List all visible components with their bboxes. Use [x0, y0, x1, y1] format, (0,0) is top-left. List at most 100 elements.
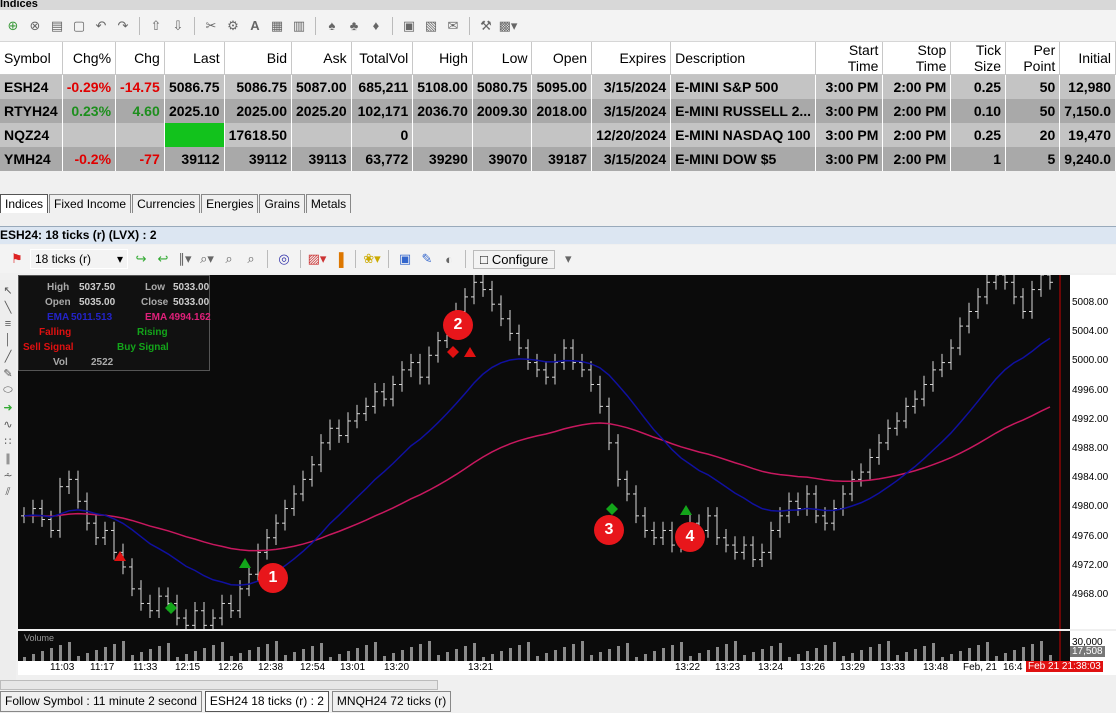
zoom-in-icon[interactable]: ⌕ — [220, 250, 238, 268]
move-up-icon[interactable]: ⇧ — [147, 17, 165, 35]
table-cell-start: 3:00 PM — [815, 122, 884, 147]
print-icon[interactable]: ▣ — [400, 17, 418, 35]
zoom-out-icon[interactable]: ⌕ — [242, 250, 260, 268]
remove-icon[interactable]: ⊗ — [26, 17, 44, 35]
tab-grains[interactable]: Grains — [259, 194, 305, 213]
ray-icon[interactable]: ╱ — [5, 350, 12, 363]
tab-metals[interactable]: Metals — [305, 194, 352, 213]
cut-icon[interactable]: ✂ — [202, 17, 220, 35]
alert-icon[interactable]: ♠ — [323, 17, 341, 35]
table-cell-expires: 3/15/2024 — [591, 74, 672, 99]
column-header[interactable]: TotalVol — [351, 42, 414, 75]
channel-icon[interactable]: ⫽ — [6, 486, 11, 499]
column-header[interactable]: Ask — [291, 42, 352, 75]
volume-bar — [491, 654, 494, 661]
column-header[interactable]: Bid — [224, 42, 293, 75]
table-cell-last: 5086.75 — [164, 74, 225, 99]
volume-bar — [860, 650, 863, 661]
volume-bar — [95, 650, 98, 661]
vertical-line-icon[interactable]: │ — [5, 334, 12, 346]
grid-icon[interactable]: ∷ — [5, 435, 12, 448]
volume-bar — [167, 643, 170, 661]
price-chart[interactable]: High 5037.50 Low 5033.00 Open 5035.00 Cl… — [18, 275, 1070, 629]
follow-symbol-tab[interactable]: Follow Symbol : 11 minute 2 second — [0, 691, 202, 712]
back-icon[interactable]: ↩ — [154, 250, 172, 268]
column-header[interactable]: High — [412, 42, 473, 75]
open-icon[interactable]: ▤ — [48, 17, 66, 35]
column-header[interactable]: Chg — [115, 42, 165, 75]
format-icon[interactable]: ▥ — [290, 17, 308, 35]
add-icon[interactable]: ⊕ — [4, 17, 22, 35]
line-icon[interactable]: ╲ — [5, 301, 12, 314]
alert-add-icon[interactable]: ♣ — [345, 17, 363, 35]
table-row[interactable]: RTYH24 0.23% 4.60 2025.10 2025.00 2025.20 102,… — [0, 98, 1116, 123]
table-cell-open: 5095.00 — [531, 74, 593, 99]
volume-bar — [59, 645, 62, 661]
wave-icon[interactable]: ∿ — [3, 418, 12, 431]
chart-tab-mnqh24[interactable]: MNQH24 72 ticks (r) — [331, 691, 452, 712]
table-cell-symbol: ESH24 — [0, 74, 63, 99]
column-header[interactable]: Initial — [1059, 42, 1116, 75]
table-row[interactable]: YMH24 -0.2% -77 39112 39112 39113 63,772 39290 3… — [0, 146, 1116, 171]
column-header[interactable]: Low — [472, 42, 533, 75]
multi-line-icon[interactable]: ≡ — [5, 318, 11, 330]
column-header[interactable]: Open — [531, 42, 593, 75]
screenshot-icon[interactable]: ▣ — [396, 250, 414, 268]
gear-icon[interactable]: ⚙ — [224, 17, 242, 35]
layout-icon[interactable]: ▩▾ — [499, 17, 518, 35]
column-header[interactable]: Description — [670, 42, 817, 75]
bar-style-icon[interactable]: ∥▾ — [176, 250, 194, 268]
export-icon[interactable]: ▧ — [422, 17, 440, 35]
pointer-icon[interactable]: ↖ — [3, 284, 12, 297]
link-icon[interactable]: ✉ — [444, 17, 462, 35]
volume-bar — [707, 650, 710, 661]
column-header[interactable]: Start Time — [815, 42, 884, 75]
forward-icon[interactable]: ↪ — [132, 250, 150, 268]
erase-icon[interactable]: ◐ — [440, 250, 458, 268]
configure-button[interactable]: □ Configure — [473, 249, 556, 269]
redo-icon[interactable]: ↷ — [114, 17, 132, 35]
table-row[interactable]: NQZ24 17618.50 0 12/20/2024 E-MINI NASDAQ 10… — [0, 122, 1116, 147]
volume-bar — [554, 650, 557, 661]
column-header[interactable]: Chg% — [62, 42, 117, 75]
column-header[interactable]: Per Point — [1005, 42, 1061, 75]
table-icon[interactable]: ▦ — [268, 17, 286, 35]
draw-icon[interactable]: ✎ — [418, 250, 436, 268]
ellipse-icon[interactable]: ⬭ — [3, 384, 12, 397]
column-header[interactable]: Expires — [591, 42, 672, 75]
indicator-icon[interactable]: ▐ — [330, 250, 348, 268]
interval-value: 18 ticks (r) — [35, 252, 92, 266]
studies-icon[interactable]: ▨▾ — [308, 250, 327, 268]
fan-icon[interactable]: ⩪ — [3, 469, 12, 482]
overflow-icon[interactable]: ▾ — [559, 250, 577, 268]
column-header[interactable]: Stop Time — [882, 42, 952, 75]
select-icon[interactable]: ▢ — [70, 17, 88, 35]
alert-remove-icon[interactable]: ♦ — [367, 17, 385, 35]
info-ema2-label: EMA — [145, 312, 168, 323]
tab-energies[interactable]: Energies — [201, 194, 259, 213]
interval-select[interactable]: 18 ticks (r) ▾ — [30, 249, 128, 269]
arrow-icon[interactable]: ➜ — [3, 401, 12, 414]
zoom-icon[interactable]: ⌕▾ — [198, 250, 216, 268]
tools-icon[interactable]: ⚒ — [477, 17, 495, 35]
chart-scrollbar[interactable] — [0, 680, 438, 690]
sell-signal-diamond — [447, 346, 459, 358]
bell-icon[interactable]: ❀▾ — [363, 250, 381, 268]
tab-indices[interactable]: Indices — [0, 194, 49, 213]
pin-icon[interactable]: ⚑ — [8, 250, 26, 268]
fib-icon[interactable]: ∥ — [5, 452, 11, 465]
volume-bar — [626, 643, 629, 661]
tab-currencies[interactable]: Currencies — [132, 194, 201, 213]
cursor-sync-icon[interactable]: ◎ — [275, 250, 293, 268]
chart-tab-esh24[interactable]: ESH24 18 ticks (r) : 2 — [204, 691, 329, 712]
table-row[interactable]: ESH24 -0.29% -14.75 5086.75 5086.75 5087.00 68… — [0, 74, 1116, 99]
column-header[interactable]: Symbol — [0, 42, 63, 75]
undo-icon[interactable]: ↶ — [92, 17, 110, 35]
column-header[interactable]: Last — [164, 42, 225, 75]
tab-fixed-income[interactable]: Fixed Income — [49, 194, 132, 213]
note-icon[interactable]: ✎ — [3, 367, 12, 380]
move-down-icon[interactable]: ⇩ — [169, 17, 187, 35]
font-icon[interactable]: A — [246, 17, 264, 35]
volume-bar — [563, 647, 566, 661]
column-header[interactable]: Tick Size — [950, 42, 1007, 75]
